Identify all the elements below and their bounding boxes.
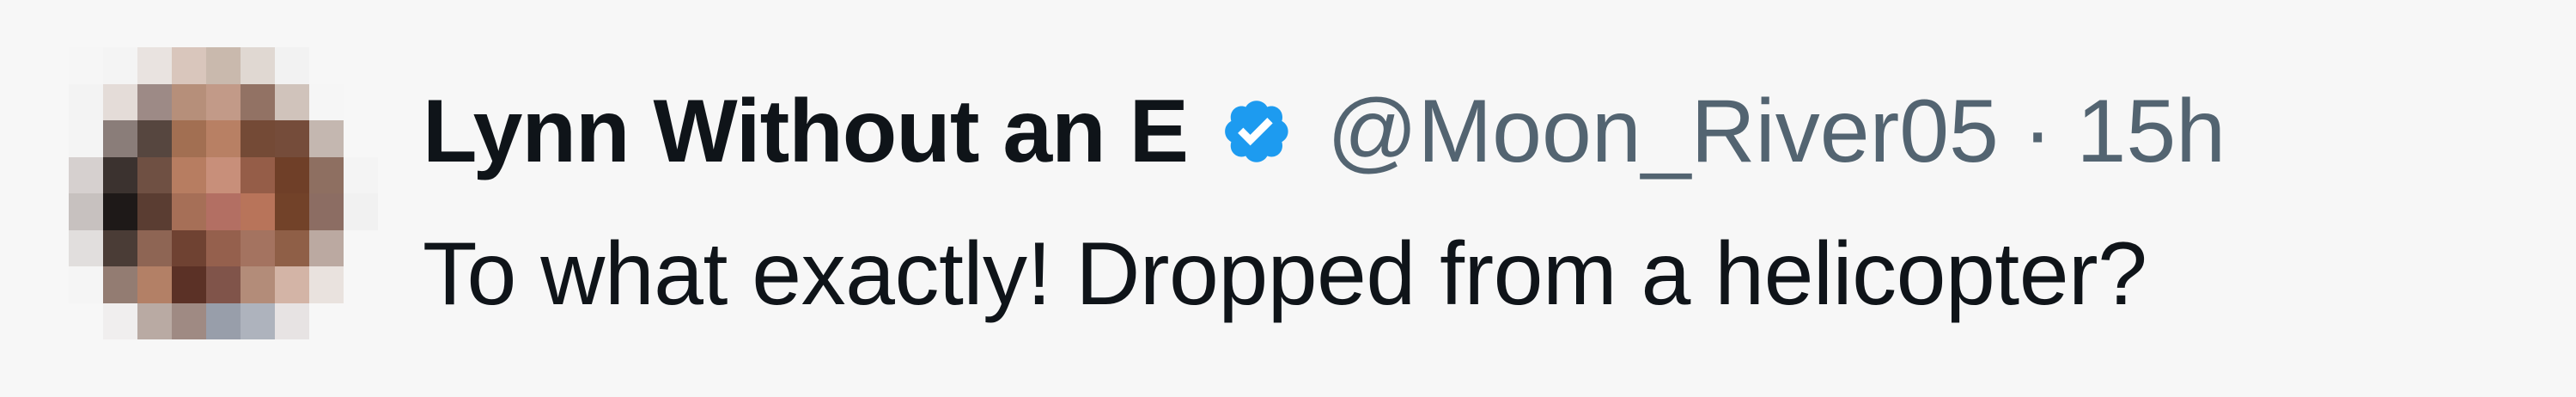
meta-separator: · bbox=[2022, 81, 2053, 181]
tweet-card[interactable]: Lynn Without an E @Moon_River05 · 15h To… bbox=[0, 0, 2576, 397]
pixelated-avatar-image bbox=[69, 47, 378, 339]
user-handle[interactable]: @Moon_River05 bbox=[1327, 81, 1999, 183]
display-name[interactable]: Lynn Without an E bbox=[423, 81, 1189, 183]
tweet-header: Lynn Without an E @Moon_River05 · 15h bbox=[423, 76, 2226, 187]
verified-check-icon[interactable] bbox=[1203, 82, 1303, 181]
tweet-text: To what exactly! Dropped from a helicopt… bbox=[423, 224, 2147, 324]
tweet-time[interactable]: 15h bbox=[2077, 81, 2226, 183]
avatar[interactable] bbox=[69, 47, 378, 339]
